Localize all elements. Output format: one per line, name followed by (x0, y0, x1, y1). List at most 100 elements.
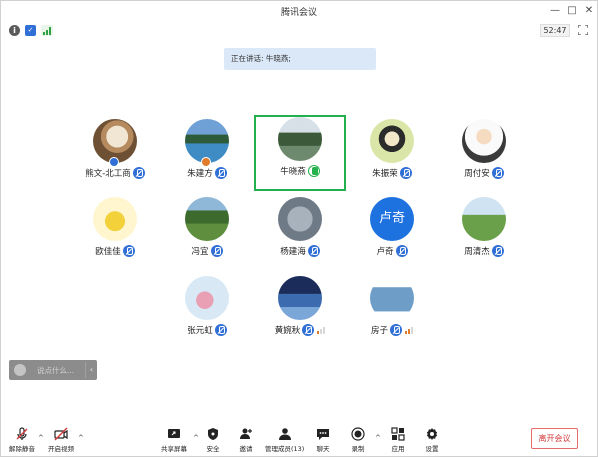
participant-tile[interactable]: 周付安 (438, 117, 530, 193)
participant-tile[interactable]: 杨建海 (254, 195, 346, 271)
participant-name: 杨建海 (280, 247, 306, 257)
participant-name: 熊文-北工商 (85, 169, 131, 179)
chevron-up-icon[interactable]: ^ (78, 434, 84, 442)
mic-off-icon (16, 427, 28, 440)
avatar (462, 197, 506, 241)
window-title: 腾讯会议 (280, 8, 317, 18)
avatar-initials: 卢奇 (378, 211, 405, 226)
info-icon[interactable]: i (9, 25, 20, 36)
participant-name: 周付安 (464, 169, 490, 179)
security-label: 安全 (206, 445, 220, 453)
chat-placeholder: 说点什么... (37, 366, 75, 375)
participant-tile[interactable]: 欧佳佳 (69, 195, 161, 271)
emoji-icon[interactable] (14, 364, 26, 376)
invite-label: 邀请 (239, 445, 253, 453)
shield-icon (208, 428, 218, 440)
mic-muted-icon (214, 167, 227, 179)
bottom-toolbar: 解除静音 ^ 开启视频 ^ 共享屏幕 ^ 安全 邀请 管理成员(13) 聊天 录… (1, 421, 597, 457)
participant-name: 牛晓燕 (280, 167, 306, 177)
network-signal-icon (317, 326, 326, 334)
share-screen-label: 共享屏幕 (161, 445, 187, 453)
chat-button[interactable]: 聊天 (316, 427, 330, 455)
mic-muted-icon (390, 324, 402, 336)
mic-muted-icon (399, 167, 412, 179)
participant-tile[interactable]: 朱振荣 (346, 117, 438, 193)
settings-label: 设置 (425, 445, 439, 453)
chevron-up-icon[interactable]: ^ (375, 434, 381, 442)
maximize-icon[interactable]: □ (564, 3, 580, 19)
participant-name: 黄婉秋 (274, 326, 301, 336)
participant-tile-active[interactable]: 牛晓燕 (254, 115, 346, 191)
mic-muted-icon (122, 245, 135, 257)
apps-grid-icon (391, 427, 405, 441)
security-button[interactable]: 安全 (206, 427, 220, 455)
chevron-left-icon[interactable]: ‹ (85, 362, 97, 378)
participant-name: 周清杰 (464, 247, 490, 257)
avatar (278, 117, 322, 161)
chevron-up-icon[interactable]: ^ (38, 434, 44, 442)
chat-label: 聊天 (316, 445, 330, 453)
participant-tile[interactable]: 张元虹 (161, 274, 253, 350)
mic-muted-icon (210, 245, 223, 257)
screen-share-icon (168, 429, 180, 438)
chevron-up-icon[interactable]: ^ (193, 434, 199, 442)
shield-icon[interactable]: ✓ (25, 25, 36, 36)
participant-tile[interactable]: 房子 (346, 274, 438, 350)
participant-tile[interactable]: 熊文-北工商 (69, 117, 161, 193)
avatar (185, 197, 229, 241)
participant-tile[interactable]: 卢奇 卢奇 (346, 195, 438, 271)
fullscreen-icon[interactable] (578, 25, 588, 35)
host-badge-icon (109, 157, 119, 167)
members-icon (278, 428, 291, 440)
minimize-icon[interactable]: — (547, 3, 563, 19)
avatar (185, 276, 229, 320)
participant-tile[interactable]: 冯宜 (161, 195, 253, 271)
gear-icon (426, 428, 438, 440)
record-button[interactable]: 录制 (351, 427, 365, 455)
meeting-window: 腾讯会议 — □ ✕ i ✓ 52:47 正在讲话: 牛晓燕; 熊文-北工商 朱… (0, 0, 598, 457)
mic-muted-icon (491, 167, 504, 179)
start-video-button[interactable]: 开启视频 (48, 427, 74, 455)
chat-input[interactable]: 说点什么... ‹ (9, 360, 97, 380)
apps-button[interactable]: 应用 (391, 427, 405, 455)
title-bar: 腾讯会议 — □ ✕ (1, 1, 597, 21)
mic-muted-icon (132, 167, 145, 179)
avatar (462, 119, 506, 163)
record-icon (351, 427, 365, 441)
participant-tile[interactable]: 周清杰 (438, 195, 530, 271)
camera-off-icon (54, 427, 68, 441)
mic-speaking-icon (307, 165, 320, 177)
avatar (278, 276, 322, 320)
chat-icon (317, 429, 329, 440)
participant-name: 张元虹 (187, 326, 213, 336)
invite-button[interactable]: 邀请 (239, 427, 253, 455)
apps-label: 应用 (391, 445, 405, 453)
avatar (370, 119, 414, 163)
settings-button[interactable]: 设置 (425, 427, 439, 455)
manage-members-button[interactable]: 管理成员(13) (265, 427, 304, 455)
cohost-badge-icon (201, 157, 211, 167)
share-screen-button[interactable]: 共享屏幕 (161, 427, 187, 455)
mic-muted-icon (491, 245, 504, 257)
unmute-button[interactable]: 解除静音 (9, 427, 35, 455)
participant-name: 朱建方 (187, 169, 213, 179)
mic-muted-icon (214, 324, 227, 336)
close-icon[interactable]: ✕ (581, 3, 597, 19)
status-bar: i ✓ 52:47 (1, 21, 597, 39)
participant-tile[interactable]: 朱建方 (161, 117, 253, 193)
participant-name: 冯宜 (191, 247, 209, 257)
participant-name: 欧佳佳 (95, 247, 121, 257)
avatar (370, 276, 414, 320)
mic-muted-icon (307, 245, 320, 257)
leave-meeting-button[interactable]: 离开会议 (531, 428, 578, 449)
network-signal-icon[interactable] (41, 25, 53, 36)
participant-name: 卢奇 (376, 247, 394, 257)
unmute-label: 解除静音 (9, 445, 35, 453)
invite-user-icon (240, 428, 252, 439)
avatar: 卢奇 (370, 197, 414, 241)
network-signal-icon (405, 326, 413, 334)
participant-name: 朱振荣 (372, 169, 398, 179)
speaking-indicator: 正在讲话: 牛晓燕; (224, 48, 376, 70)
participant-tile[interactable]: 黄婉秋 (254, 274, 346, 350)
manage-members-label: 管理成员(13) (265, 445, 305, 453)
